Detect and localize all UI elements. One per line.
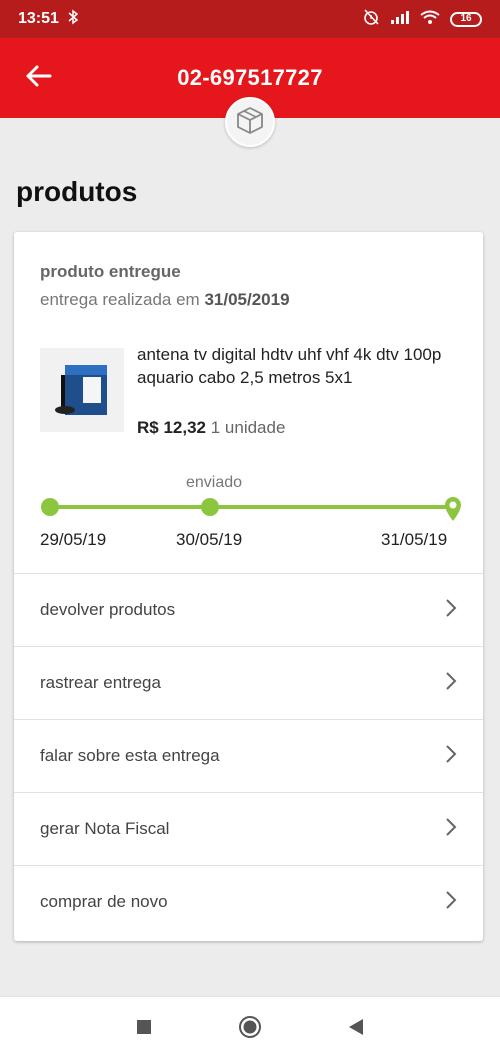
product-price: R$ 12,32	[137, 418, 206, 437]
product-name[interactable]: antena tv digital hdtv uhf vhf 4k dtv 10…	[137, 343, 467, 389]
menu-item-label: gerar Nota Fiscal	[40, 819, 170, 838]
menu-item-label: falar sobre esta entrega	[40, 746, 220, 765]
battery-level: 16	[460, 13, 472, 24]
chevron-right-icon	[445, 598, 457, 623]
status-bar: 13:51 16	[0, 0, 500, 38]
box-badge	[225, 97, 275, 147]
delivery-date-line: entrega realizada em 31/05/2019	[40, 290, 290, 310]
timeline-step-1	[41, 498, 59, 516]
order-number-title: 02-697517727	[177, 65, 323, 90]
order-actions-menu: devolver produtos rastrear entrega falar…	[14, 573, 483, 938]
timeline-date-3: 31/05/19	[381, 530, 448, 549]
location-pin-icon	[444, 496, 462, 527]
menu-item-track-delivery[interactable]: rastrear entrega	[14, 646, 483, 719]
chevron-right-icon	[445, 671, 457, 696]
back-arrow-icon	[24, 64, 52, 93]
status-time: 13:51	[18, 10, 59, 27]
delivery-timeline: enviado 29/05/19 30/05/19 31/05/19	[14, 472, 483, 552]
back-button[interactable]	[22, 62, 54, 94]
signal-icon	[390, 10, 410, 29]
timeline-label-sent: enviado	[186, 474, 243, 491]
order-card: produto entregue entrega realizada em 31…	[14, 232, 483, 941]
chevron-right-icon	[445, 744, 457, 769]
menu-item-buy-again[interactable]: comprar de novo	[14, 865, 483, 938]
product-image[interactable]	[40, 348, 124, 432]
delivery-status: produto entregue	[40, 262, 181, 281]
nav-back-icon[interactable]	[344, 1015, 368, 1039]
menu-item-talk-about-delivery[interactable]: falar sobre esta entrega	[14, 719, 483, 792]
product-quantity: 1 unidade	[210, 418, 286, 437]
price-line: R$ 12,32 1 unidade	[137, 418, 285, 438]
timeline-step-2	[201, 498, 219, 516]
chevron-right-icon	[445, 817, 457, 842]
nav-home-icon[interactable]	[238, 1015, 262, 1039]
nav-recents-icon[interactable]	[132, 1015, 156, 1039]
section-title: produtos	[16, 176, 138, 207]
battery-icon: 16	[450, 11, 482, 27]
menu-item-return-products[interactable]: devolver produtos	[14, 573, 483, 646]
chevron-right-icon	[445, 890, 457, 915]
timeline-line	[50, 505, 452, 509]
timeline-date-2: 30/05/19	[176, 530, 243, 549]
wifi-icon	[420, 10, 440, 29]
box-icon	[235, 105, 265, 140]
menu-item-label: comprar de novo	[40, 892, 168, 911]
timeline-date-1: 29/05/19	[40, 530, 107, 549]
delivery-date-prefix: entrega realizada em	[40, 290, 205, 309]
alarm-off-icon	[362, 8, 380, 31]
menu-item-label: devolver produtos	[40, 600, 176, 619]
bluetooth-icon	[67, 9, 79, 30]
menu-item-generate-invoice[interactable]: gerar Nota Fiscal	[14, 792, 483, 865]
system-nav-bar	[0, 996, 500, 1056]
delivery-date: 31/05/2019	[204, 290, 290, 309]
menu-item-label: rastrear entrega	[40, 673, 161, 692]
